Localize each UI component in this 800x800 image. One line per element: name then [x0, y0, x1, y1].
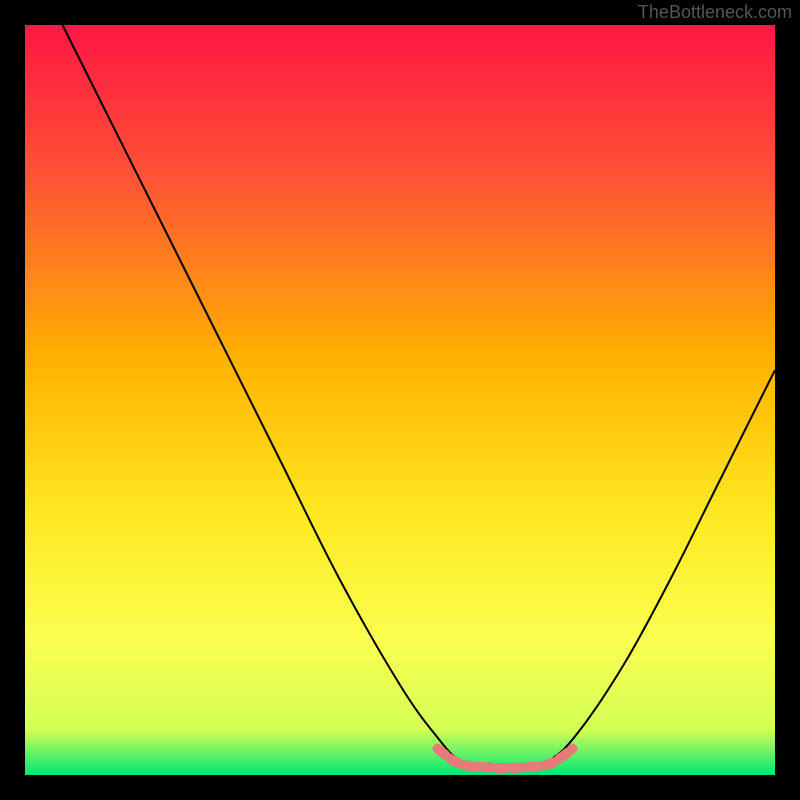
chart-svg [25, 25, 775, 775]
watermark-text: TheBottleneck.com [638, 2, 792, 23]
chart-background [25, 25, 775, 775]
chart-plot [25, 25, 775, 775]
